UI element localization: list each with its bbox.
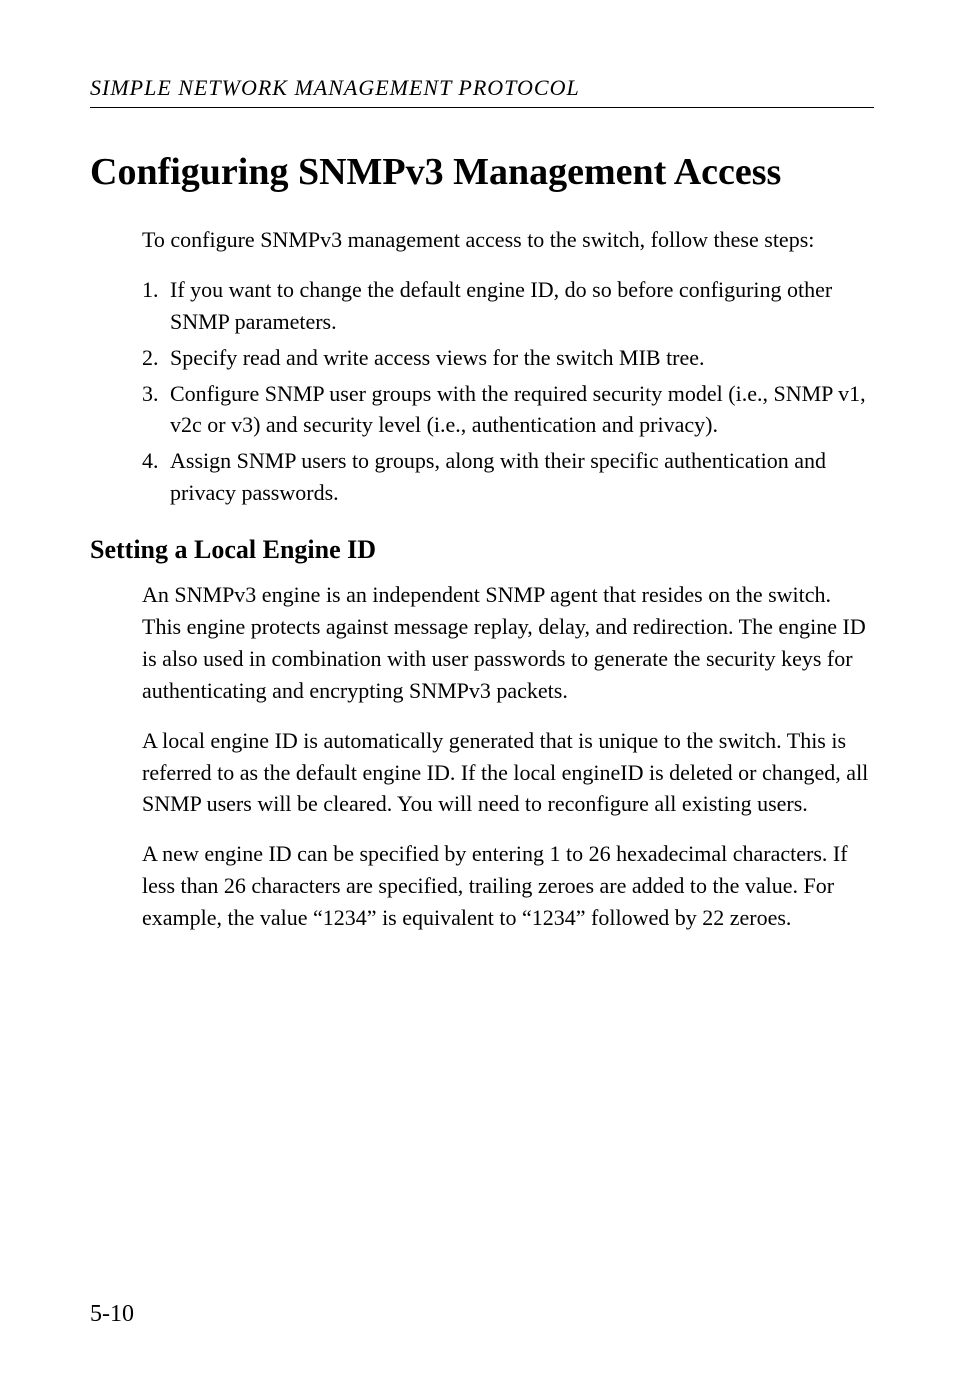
page-number: 5-10	[90, 1301, 134, 1328]
list-item: 3. Configure SNMP user groups with the r…	[142, 378, 874, 442]
list-item-text: Configure SNMP user groups with the requ…	[170, 378, 874, 442]
sub-heading: Setting a Local Engine ID	[90, 535, 874, 565]
list-item: 1. If you want to change the default eng…	[142, 274, 874, 338]
list-item-text: Assign SNMP users to groups, along with …	[170, 445, 874, 509]
list-item-text: If you want to change the default engine…	[170, 274, 874, 338]
paragraph: An SNMPv3 engine is an independent SNMP …	[142, 579, 874, 707]
paragraph-block: An SNMPv3 engine is an independent SNMP …	[142, 579, 874, 934]
list-item: 4. Assign SNMP users to groups, along wi…	[142, 445, 874, 509]
list-number: 3.	[142, 378, 170, 442]
intro-text: To configure SNMPv3 management access to…	[142, 224, 874, 256]
list-number: 4.	[142, 445, 170, 509]
paragraph: A local engine ID is automatically gener…	[142, 725, 874, 821]
header-rule	[90, 107, 874, 108]
paragraph: A new engine ID can be specified by ente…	[142, 838, 874, 934]
list-number: 1.	[142, 274, 170, 338]
intro-block: To configure SNMPv3 management access to…	[142, 224, 874, 509]
main-heading: Configuring SNMPv3 Management Access	[90, 150, 874, 194]
list-item: 2. Specify read and write access views f…	[142, 342, 874, 374]
list-number: 2.	[142, 342, 170, 374]
list-item-text: Specify read and write access views for …	[170, 342, 874, 374]
running-header: SIMPLE NETWORK MANAGEMENT PROTOCOL	[90, 75, 874, 101]
step-list: 1. If you want to change the default eng…	[142, 274, 874, 509]
